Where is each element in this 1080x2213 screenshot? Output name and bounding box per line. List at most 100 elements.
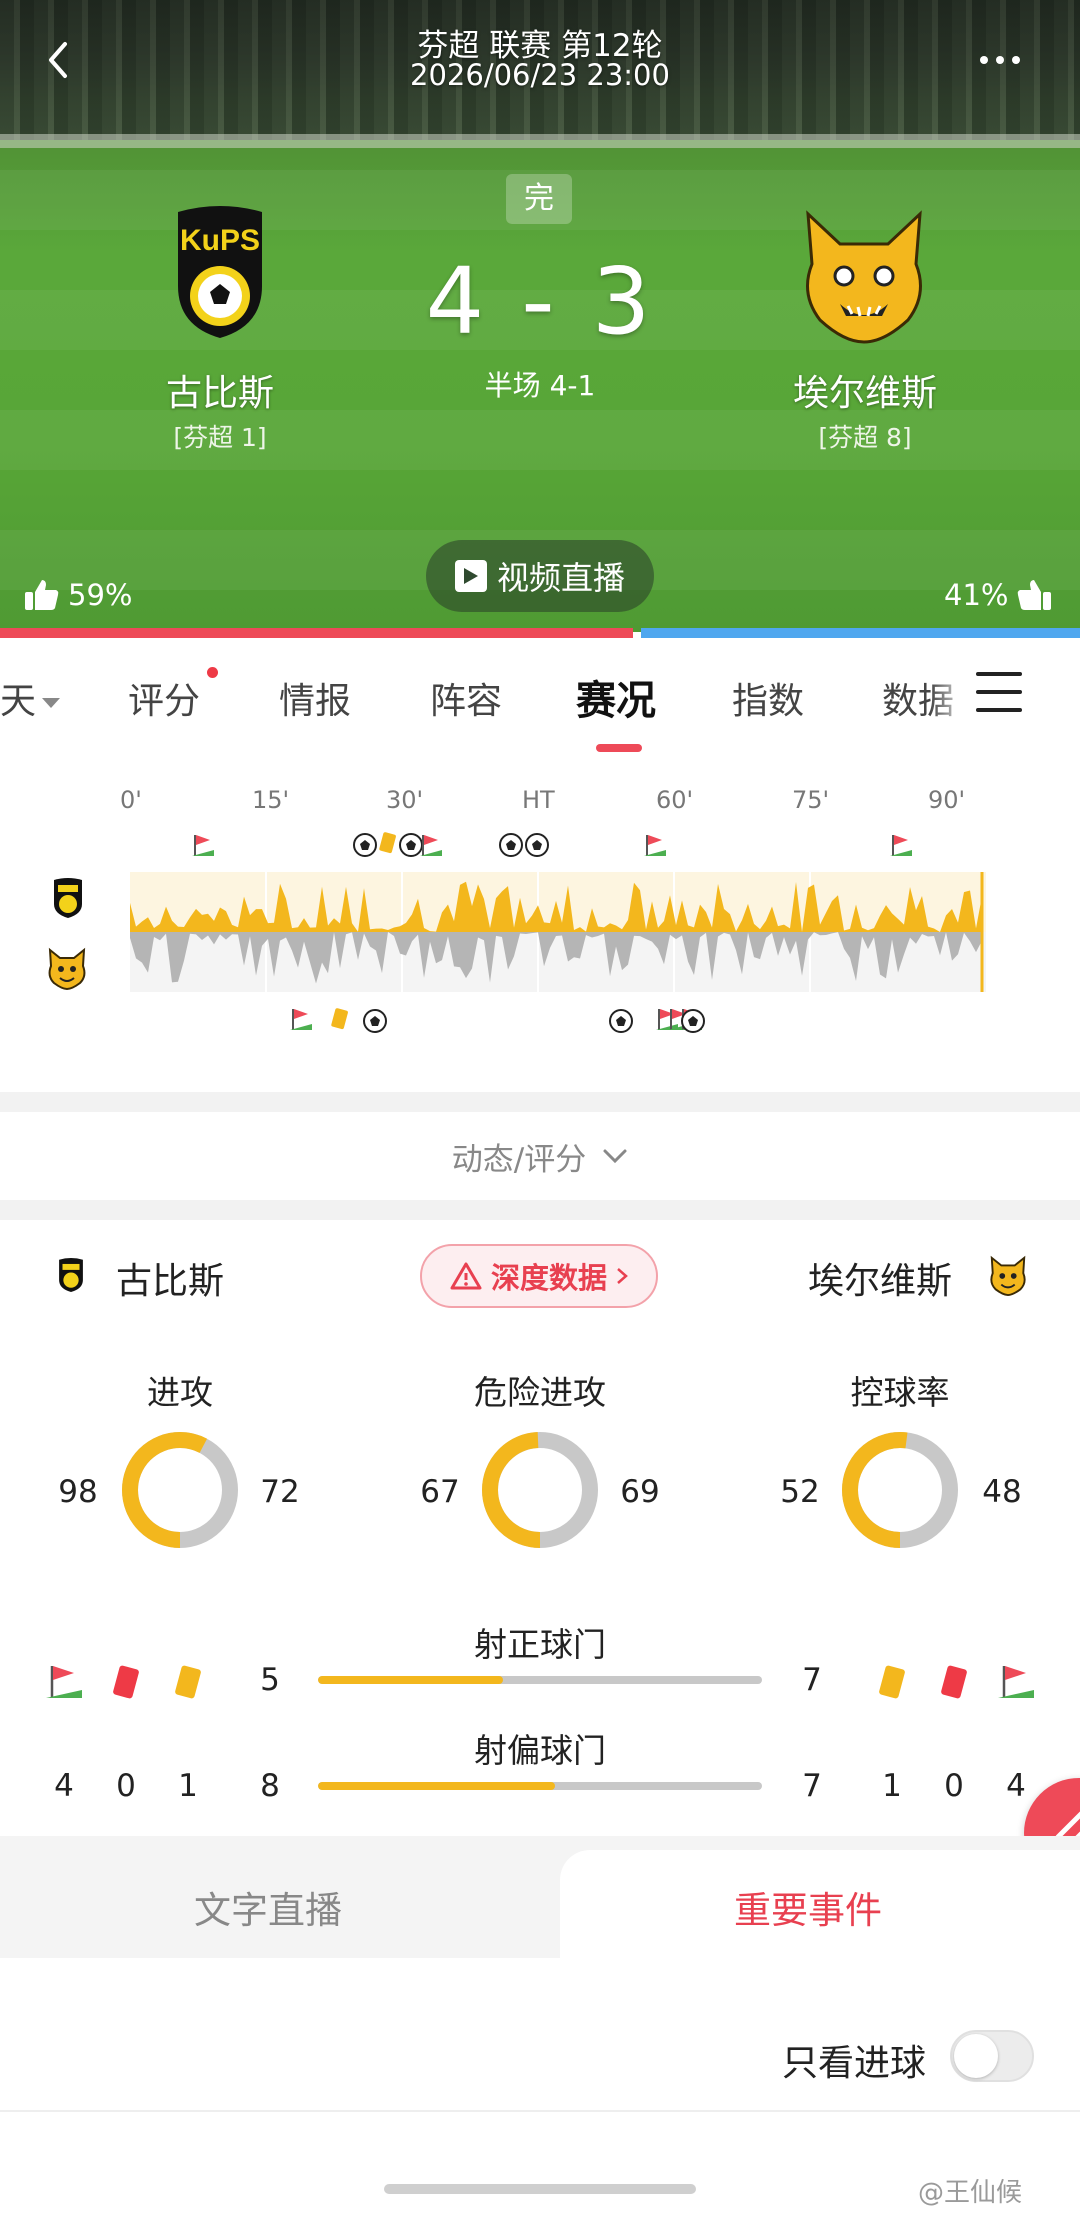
bar-title: 射偏球门 <box>474 1731 606 1770</box>
match-datetime: 2026/06/23 23:00 <box>410 58 670 92</box>
menu-icon[interactable] <box>976 672 1022 712</box>
goals-only-toggle[interactable] <box>950 2030 1034 2082</box>
bar-home-value: 5 <box>260 1662 280 1698</box>
corner-flag-icon <box>998 1666 1034 1698</box>
divider <box>0 2110 1080 2112</box>
watermark: @王仙候 <box>918 2178 1023 2208</box>
gauge-title: 控球率 <box>850 1373 950 1412</box>
momentum-chart <box>130 872 986 992</box>
bar-away-value: 7 <box>802 1768 822 1804</box>
away-yellow-count: 1 <box>882 1768 902 1804</box>
home-team-name[interactable]: 古比斯 <box>70 364 370 416</box>
away-vote[interactable]: 41% <box>944 578 1052 612</box>
active-tab-indicator <box>596 744 642 752</box>
gauge-home-value: 98 <box>58 1474 98 1510</box>
timeline-tick: 30' <box>386 786 424 814</box>
tab-match-status[interactable]: 赛况 <box>576 668 656 726</box>
corner-flag-icon <box>644 835 666 856</box>
red-card-icon <box>941 1665 967 1699</box>
section-divider <box>0 1200 1080 1220</box>
tab-odds[interactable]: 指数 <box>732 672 804 724</box>
yellow-card-icon <box>175 1665 201 1699</box>
tab-intel[interactable]: 情报 <box>279 672 351 724</box>
home-corners-count: 4 <box>54 1768 74 1804</box>
corner-flag-icon <box>420 835 442 856</box>
deep-data-button[interactable]: 深度数据 <box>420 1244 658 1308</box>
svg-text:KuPS: KuPS <box>180 224 260 257</box>
timeline-tick: 75' <box>792 786 830 814</box>
away-team-name[interactable]: 埃尔维斯 <box>715 364 1015 416</box>
dynamic-rating-toggle[interactable]: 动态/评分 <box>0 1112 1080 1200</box>
gauge-away-value: 72 <box>260 1474 300 1510</box>
gauge-title: 进攻 <box>147 1373 213 1412</box>
tab-rating[interactable]: 评分 <box>128 672 200 724</box>
timeline-tick: 0' <box>120 786 142 814</box>
home-indicator[interactable] <box>384 2184 696 2194</box>
gauge-away-value: 48 <box>982 1474 1022 1510</box>
caret-down-icon <box>42 698 61 708</box>
yellow-card-icon <box>879 1665 905 1699</box>
away-team-rank: [芬超 8] <box>818 423 912 452</box>
bar-home-fill <box>318 1782 555 1790</box>
bar-away-value: 7 <box>802 1662 822 1698</box>
yellow-card-icon <box>379 832 396 854</box>
bar-home-fill <box>318 1676 503 1684</box>
corner-flag-icon <box>46 1666 82 1698</box>
gauge-away-value: 69 <box>620 1474 660 1510</box>
dangerous-attack-donut <box>482 1432 598 1548</box>
chevron-down-icon <box>603 1149 627 1164</box>
goal-ball-icon <box>363 1009 387 1033</box>
away-red-count: 0 <box>944 1768 964 1804</box>
tab-key-events[interactable]: 重要事件 <box>734 1880 882 1934</box>
video-live-label: 视频直播 <box>496 559 625 597</box>
page: 芬超 联赛 第12轮 2026/06/23 23:00 完 4 - 3 半场 4… <box>0 0 1080 2213</box>
corner-flag-icon <box>290 1009 312 1030</box>
home-team-mini-logo <box>59 1258 83 1292</box>
away-vote-percent: 41% <box>944 578 1009 612</box>
goals-only-label: 只看进球 <box>782 2043 927 2084</box>
home-team-logo[interactable]: KuPS <box>170 206 270 340</box>
dynamic-rating-label: 动态/评分 <box>451 1141 587 1178</box>
yellow-card-icon <box>331 1008 348 1030</box>
deep-data-label: 深度数据 <box>490 1261 607 1295</box>
section-divider <box>0 1092 1080 1112</box>
home-vote-bar <box>0 628 634 638</box>
corner-flag-icon <box>192 835 214 856</box>
timeline-tick: 15' <box>252 786 290 814</box>
stats-away-name: 埃尔维斯 <box>808 1261 953 1302</box>
thumbs-up-icon <box>25 580 59 610</box>
timeline-tick: HT <box>522 786 555 814</box>
bar-title: 射正球门 <box>474 1625 606 1664</box>
play-icon <box>454 560 487 592</box>
home-team-rank: [芬超 1] <box>173 423 267 452</box>
chevron-right-icon <box>617 1268 628 1284</box>
possession-donut <box>842 1432 958 1548</box>
bottom-tab-bar <box>0 1836 1080 1958</box>
warning-icon <box>450 1262 482 1290</box>
match-score: 4 - 3 <box>425 248 655 355</box>
timeline-tick: 90' <box>928 786 966 814</box>
tab-fade <box>930 650 970 740</box>
video-live-button[interactable]: 视频直播 <box>426 540 654 612</box>
tab-text-live[interactable]: 文字直播 <box>194 1880 342 1934</box>
gauge-home-value: 67 <box>420 1474 460 1510</box>
away-vote-bar <box>641 628 1080 638</box>
tab-partial[interactable]: 天 <box>0 672 62 724</box>
goal-ball-icon <box>681 1009 705 1033</box>
ad-board <box>0 134 1080 148</box>
attack-donut <box>122 1432 238 1548</box>
home-vote[interactable]: 59% <box>24 578 132 612</box>
tab-lineup[interactable]: 阵容 <box>430 672 502 724</box>
notification-dot <box>207 667 218 678</box>
shots-on-target-bar <box>318 1676 762 1684</box>
home-red-count: 0 <box>116 1768 136 1804</box>
away-team-mini-logo <box>48 947 86 990</box>
home-yellow-count: 1 <box>178 1768 198 1804</box>
corner-flag-icon <box>890 835 912 856</box>
gauge-home-value: 52 <box>780 1474 820 1510</box>
away-team-mini-logo <box>990 1255 1026 1296</box>
shots-off-target-bar <box>318 1782 762 1790</box>
goal-ball-icon <box>609 1009 633 1033</box>
vote-ratio-bar <box>0 628 1080 638</box>
away-team-logo[interactable] <box>788 204 940 344</box>
